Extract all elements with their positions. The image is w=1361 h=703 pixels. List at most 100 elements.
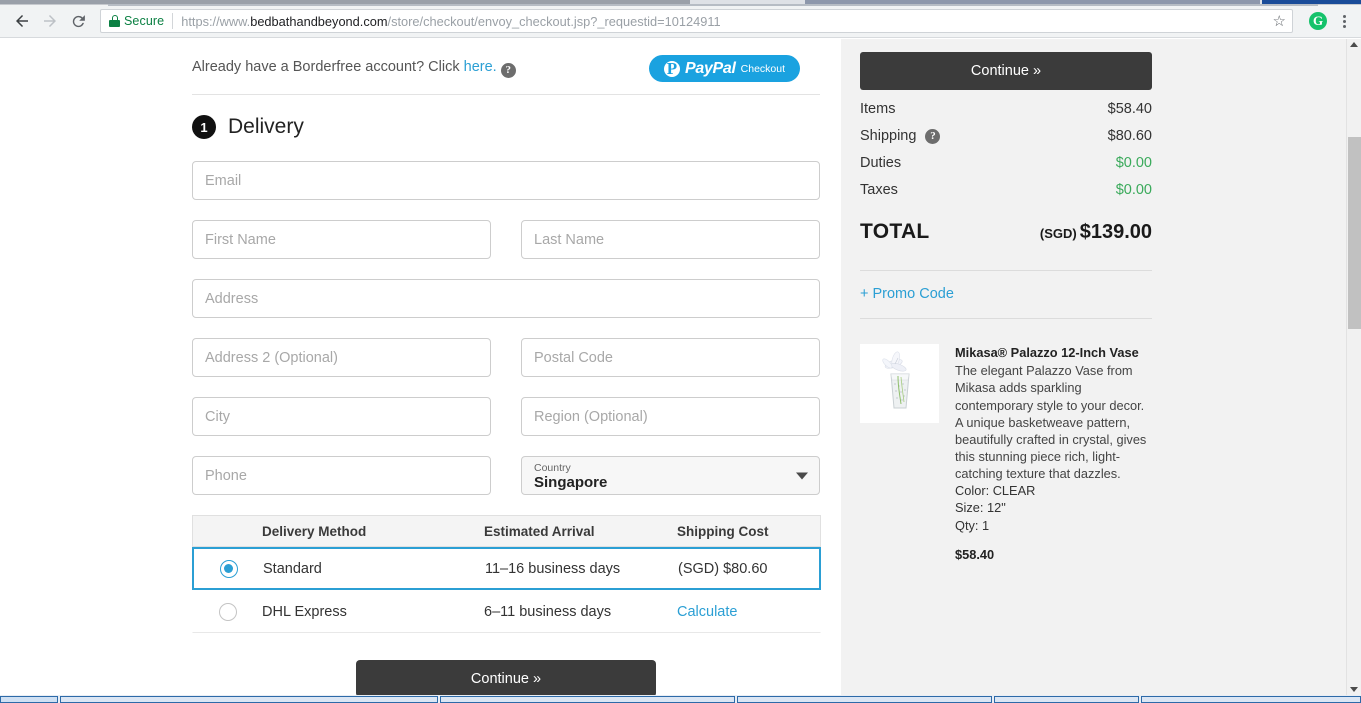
delivery-header-cost: Shipping Cost	[677, 523, 769, 539]
borderfree-account-text: Already have a Borderfree account? Click…	[192, 59, 516, 78]
taskbar-item[interactable]	[440, 696, 735, 703]
kebab-menu-icon[interactable]	[1335, 14, 1353, 28]
radio-button-icon-selected[interactable]	[219, 559, 238, 578]
form-row-address: Address	[192, 279, 820, 318]
last-name-field[interactable]: Last Name	[521, 220, 820, 259]
star-icon[interactable]: ☆	[1273, 12, 1286, 30]
summary-label-items: Items	[860, 101, 896, 117]
forward-arrow-icon[interactable]	[36, 7, 64, 35]
summary-line-taxes: Taxes $0.00	[860, 171, 1152, 198]
summary-shipping-text: Shipping	[860, 128, 917, 144]
taskbar-item[interactable]	[737, 696, 992, 703]
order-product-item: Mikasa® Palazzo 12-Inch Vase The elegant…	[860, 319, 1152, 562]
summary-line-items: Items $58.40	[860, 90, 1152, 117]
browser-toolbar: Secure https://www.bedbathandbeyond.com/…	[0, 5, 1361, 38]
delivery-header-method: Delivery Method	[262, 523, 367, 539]
summary-value-duties: $0.00	[1115, 155, 1152, 171]
first-name-field[interactable]: First Name	[192, 220, 491, 259]
postal-code-field[interactable]: Postal Code	[521, 338, 820, 377]
chevron-down-icon	[796, 472, 808, 479]
delivery-radio-dhl[interactable]	[193, 602, 262, 621]
paypal-checkout-label: Checkout	[740, 62, 786, 75]
country-select-value: Singapore	[534, 474, 608, 492]
form-row-address2: Address 2 (Optional) Postal Code	[192, 338, 820, 377]
summary-label-duties: Duties	[860, 155, 902, 171]
summary-value-shipping: $80.60	[1107, 128, 1152, 144]
borderfree-prompt: Already have a Borderfree account? Click	[192, 59, 464, 76]
summary-value-items: $58.40	[1107, 101, 1152, 117]
delivery-radio-standard[interactable]	[194, 559, 263, 578]
delivery-method-name: Standard	[263, 560, 322, 577]
summary-total-currency: (SGD)	[1039, 226, 1077, 241]
form-row-phone-country: Phone Country Singapore	[192, 456, 820, 495]
lock-icon	[109, 15, 120, 27]
summary-label-taxes: Taxes	[860, 182, 898, 198]
summary-line-shipping: Shipping? $80.60	[860, 117, 1152, 144]
help-icon-borderfree[interactable]: ?	[500, 62, 516, 78]
product-info: Mikasa® Palazzo 12-Inch Vase The elegant…	[955, 344, 1152, 562]
product-price: $58.40	[955, 546, 995, 562]
url-host: bedbathandbeyond.com	[250, 13, 388, 29]
tab-strip-underline	[108, 4, 1318, 6]
continue-button-main[interactable]: Continue »	[356, 660, 656, 695]
address-bar[interactable]: Secure https://www.bedbathandbeyond.com/…	[100, 9, 1293, 33]
summary-line-duties: Duties $0.00	[860, 144, 1152, 171]
browser-window: Secure https://www.bedbathandbeyond.com/…	[0, 0, 1361, 703]
region-field[interactable]: Region (Optional)	[521, 397, 820, 436]
product-size: Size: 12"	[955, 500, 1006, 516]
address2-field[interactable]: Address 2 (Optional)	[192, 338, 491, 377]
order-summary-sidebar: Continue » Items $58.40 Shipping? $80.60…	[841, 39, 1346, 695]
promo-code-link[interactable]: + Promo Code	[860, 271, 1152, 302]
help-icon-shipping[interactable]: ?	[925, 128, 941, 144]
reload-icon[interactable]	[64, 7, 92, 35]
radio-button-icon[interactable]	[218, 602, 237, 621]
delivery-method-table: Delivery Method Estimated Arrival Shippi…	[192, 515, 821, 633]
scrollbar-thumb[interactable]	[1348, 137, 1361, 329]
summary-total-label: TOTAL	[860, 220, 930, 243]
form-row-city: City Region (Optional)	[192, 397, 820, 436]
back-arrow-icon[interactable]	[8, 7, 36, 35]
paypal-checkout-button[interactable]: P PayPal Checkout	[649, 55, 800, 82]
delivery-shipping-cost: (SGD) $80.60	[678, 560, 768, 577]
table-row[interactable]: DHL Express 6–11 business days Calculate	[192, 590, 821, 633]
table-row[interactable]: Standard 11–16 business days (SGD) $80.6…	[192, 547, 821, 590]
tab-strip	[0, 0, 1361, 6]
taskbar-item[interactable]	[1141, 696, 1361, 703]
city-field[interactable]: City	[192, 397, 491, 436]
summary-label-shipping: Shipping?	[860, 128, 941, 144]
taskbar-item[interactable]	[60, 696, 438, 703]
checkout-main-column: Already have a Borderfree account? Click…	[0, 39, 841, 695]
taskbar-start-button[interactable]	[0, 696, 58, 703]
crystal-vase-thumbnail	[860, 344, 939, 423]
borderfree-row: Already have a Borderfree account? Click…	[0, 39, 841, 82]
address-field[interactable]: Address	[192, 279, 820, 318]
scroll-up-arrow-icon[interactable]	[1350, 42, 1358, 47]
calculate-shipping-link[interactable]: Calculate	[677, 604, 737, 620]
product-qty: Qty: 1	[955, 517, 990, 533]
taskbar-item[interactable]	[994, 696, 1139, 703]
delivery-estimated-arrival: 11–16 business days	[485, 560, 621, 577]
country-select[interactable]: Country Singapore	[521, 456, 820, 495]
os-taskbar	[0, 695, 1361, 703]
summary-total-row: TOTAL (SGD) $139.00	[860, 198, 1152, 244]
delivery-shipping-cost: Calculate	[677, 604, 820, 620]
delivery-method-name: DHL Express	[262, 603, 347, 620]
step-number-badge: 1	[192, 115, 216, 139]
form-row-email: Email	[192, 161, 820, 200]
step-delivery-header: 1 Delivery	[0, 95, 841, 139]
phone-field[interactable]: Phone	[192, 456, 491, 495]
grammarly-icon[interactable]: G	[1309, 12, 1327, 30]
country-select-label: Country	[534, 461, 571, 474]
continue-button-summary[interactable]: Continue »	[860, 52, 1152, 90]
summary-total-amount: (SGD) $139.00	[1040, 221, 1152, 244]
paypal-wordmark: PayPal	[684, 59, 736, 77]
delivery-estimated-arrival: 6–11 business days	[484, 603, 612, 620]
borderfree-here-link[interactable]: here.	[464, 59, 497, 75]
scroll-down-arrow-icon[interactable]	[1350, 687, 1358, 692]
product-description: The elegant Palazzo Vase from Mikasa add…	[955, 363, 1147, 482]
delivery-table-header: Delivery Method Estimated Arrival Shippi…	[192, 515, 821, 547]
email-field[interactable]: Email	[192, 161, 820, 200]
delivery-header-arrival: Estimated Arrival	[484, 523, 595, 539]
vertical-scrollbar[interactable]	[1346, 39, 1361, 695]
product-color: Color: CLEAR	[955, 483, 1036, 499]
